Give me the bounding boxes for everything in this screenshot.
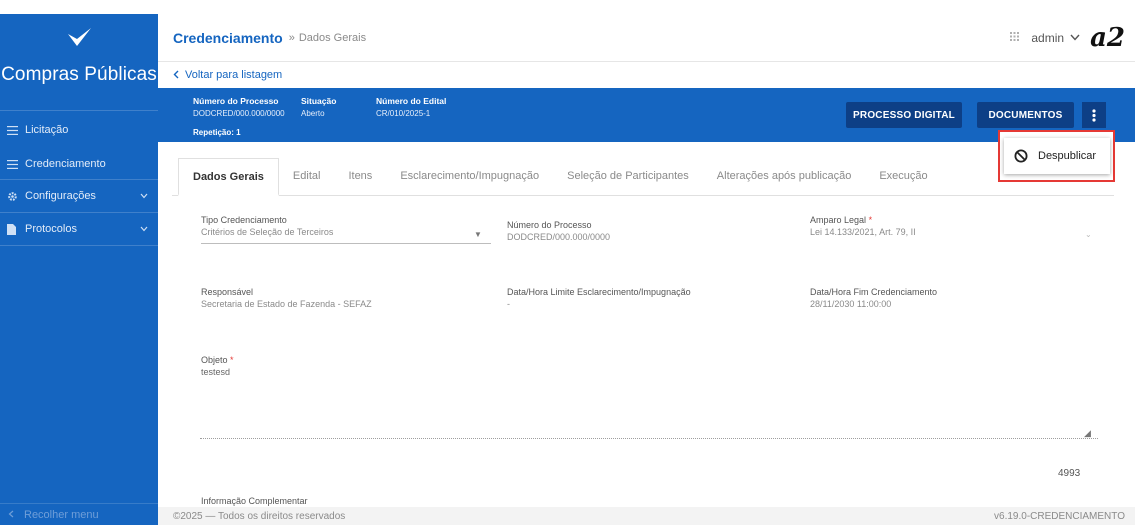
collapse-menu-button[interactable]: Recolher menu bbox=[0, 503, 158, 525]
tab-bar: Dados Gerais Edital Itens Esclarecimento… bbox=[172, 156, 1114, 196]
tab-selecao-participantes[interactable]: Seleção de Participantes bbox=[553, 157, 703, 195]
block-icon bbox=[1014, 149, 1028, 163]
tab-esclarecimento[interactable]: Esclarecimento/Impugnação bbox=[386, 157, 553, 195]
field-label: Data/Hora Limite Esclarecimento/Impugnaç… bbox=[507, 287, 691, 297]
resize-handle-icon[interactable]: ◢ bbox=[1084, 428, 1091, 439]
informacao-complementar-field: Informação Complementar bbox=[201, 496, 501, 506]
process-status-label: Situação bbox=[301, 96, 337, 106]
processo-digital-button[interactable]: PROCESSO DIGITAL bbox=[846, 102, 962, 128]
sidebar-item-licitacao[interactable]: Licitação bbox=[0, 111, 158, 149]
apps-grid-icon[interactable] bbox=[1010, 32, 1020, 44]
back-to-list-link[interactable]: Voltar para listagem bbox=[158, 62, 1135, 88]
tab-execucao[interactable]: Execução bbox=[865, 157, 941, 195]
brand-logo: a2 bbox=[1090, 23, 1125, 53]
edital-number-value: CR/010/2025-1 bbox=[376, 109, 431, 118]
repetition-label: Repetição: 1 bbox=[193, 128, 241, 137]
data-fim-field: Data/Hora Fim Credenciamento 28/11/2030 … bbox=[810, 287, 1100, 309]
field-value: - bbox=[507, 299, 510, 309]
edital-number-label: Número do Edital bbox=[376, 96, 447, 106]
options-menu-highlight: Despublicar bbox=[998, 130, 1115, 182]
list-icon bbox=[7, 125, 25, 135]
tab-itens[interactable]: Itens bbox=[334, 157, 386, 195]
field-label: Responsável bbox=[201, 287, 254, 297]
field-label: Tipo Credenciamento bbox=[201, 215, 287, 225]
file-icon bbox=[7, 223, 25, 235]
despublicar-menu-item[interactable]: Despublicar bbox=[1004, 138, 1110, 174]
sidebar-item-label: Configurações bbox=[25, 190, 96, 202]
sidebar-brand: Compras Públicas bbox=[0, 14, 158, 110]
gear-icon bbox=[7, 191, 25, 202]
app-title: Compras Públicas bbox=[1, 64, 157, 85]
field-label: Data/Hora Fim Credenciamento bbox=[810, 287, 938, 297]
version-text: v6.19.0-CREDENCIAMENTO bbox=[994, 510, 1125, 522]
chevron-down-icon bbox=[140, 191, 148, 201]
process-number-label: Número do Processo bbox=[193, 96, 279, 106]
field-label: Objeto * bbox=[201, 355, 234, 365]
objeto-textarea[interactable]: Objeto * testesd bbox=[201, 355, 501, 377]
menu-item-label: Despublicar bbox=[1038, 150, 1097, 162]
breadcrumb-current: Dados Gerais bbox=[298, 31, 367, 44]
checkmark-logo-icon bbox=[64, 22, 94, 52]
breadcrumb-separator: » bbox=[288, 31, 295, 44]
chevron-left-icon bbox=[173, 68, 179, 82]
tab-dados-gerais[interactable]: Dados Gerais bbox=[178, 158, 279, 196]
field-value: testesd bbox=[201, 367, 231, 377]
tipo-credenciamento-select[interactable]: Tipo Credenciamento Critérios de Seleção… bbox=[201, 215, 491, 244]
copyright-text: ©2025 — Todos os direitos reservados bbox=[173, 510, 346, 522]
sidebar-item-protocolos[interactable]: Protocolos bbox=[0, 213, 158, 245]
process-header: Número do Processo DODCRED/000.000/0000 … bbox=[158, 88, 1135, 142]
textarea-underline bbox=[200, 438, 1098, 439]
footer: ©2025 — Todos os direitos reservados v6.… bbox=[158, 507, 1135, 525]
sidebar-item-label: Protocolos bbox=[25, 223, 77, 235]
back-link-label: Voltar para listagem bbox=[185, 69, 283, 81]
documentos-button[interactable]: DOCUMENTOS bbox=[977, 102, 1074, 128]
chevron-down-icon bbox=[140, 224, 148, 234]
process-number: Número do Processo DODCRED/000.000/0000 bbox=[193, 96, 285, 118]
collapse-menu-label: Recolher menu bbox=[24, 508, 99, 521]
field-label: Informação Complementar bbox=[201, 496, 308, 506]
sidebar-item-label: Credenciamento bbox=[25, 158, 106, 170]
top-bar: Credenciamento » Dados Gerais admin a2 bbox=[158, 14, 1135, 62]
amparo-legal-select[interactable]: Amparo Legal * Lei 14.133/2021, Art. 79,… bbox=[810, 215, 1100, 237]
field-value: Secretaria de Estado de Fazenda - SEFAZ bbox=[201, 299, 372, 309]
process-number-value: DODCRED/000.000/0000 bbox=[193, 109, 285, 118]
page-title: Credenciamento bbox=[173, 29, 283, 46]
more-options-button[interactable] bbox=[1082, 102, 1106, 128]
chevron-left-icon bbox=[8, 509, 14, 521]
tab-alteracoes[interactable]: Alterações após publicação bbox=[703, 157, 866, 195]
user-menu[interactable]: admin bbox=[1031, 31, 1064, 45]
kebab-menu-icon bbox=[1092, 108, 1096, 122]
field-value: Lei 14.133/2021, Art. 79, II bbox=[810, 227, 916, 237]
edital-number: Número do Edital CR/010/2025-1 bbox=[376, 96, 446, 118]
tab-edital[interactable]: Edital bbox=[279, 157, 335, 195]
field-value: 28/11/2030 11:00:00 bbox=[810, 299, 892, 309]
list-icon bbox=[7, 159, 25, 169]
chevron-down-icon[interactable] bbox=[1070, 32, 1080, 44]
responsavel-field: Responsável Secretaria de Estado de Faze… bbox=[201, 287, 491, 309]
field-value: DODCRED/000.000/0000 bbox=[507, 232, 611, 242]
sidebar-item-label: Licitação bbox=[25, 124, 69, 136]
dropdown-arrow-icon[interactable]: ⌄ bbox=[1085, 230, 1092, 239]
process-status-value: Aberto bbox=[301, 109, 325, 118]
process-status: Situação Aberto bbox=[301, 96, 336, 118]
field-label: Amparo Legal * bbox=[810, 215, 873, 225]
char-counter: 4993 bbox=[1058, 468, 1081, 479]
sidebar: Compras Públicas Licitação Credenciament… bbox=[0, 14, 158, 525]
numero-processo-field: Número do Processo DODCRED/000.000/0000 bbox=[507, 220, 787, 242]
sidebar-item-configuracoes[interactable]: Configurações bbox=[0, 180, 158, 212]
content-card: Dados Gerais Edital Itens Esclarecimento… bbox=[172, 142, 1114, 506]
field-value: Critérios de Seleção de Terceiros bbox=[201, 227, 334, 237]
dropdown-arrow-icon[interactable]: ▼ bbox=[474, 230, 482, 239]
sidebar-item-credenciamento[interactable]: Credenciamento bbox=[0, 149, 158, 179]
data-limite-field: Data/Hora Limite Esclarecimento/Impugnaç… bbox=[507, 287, 797, 309]
field-label: Número do Processo bbox=[507, 220, 592, 230]
